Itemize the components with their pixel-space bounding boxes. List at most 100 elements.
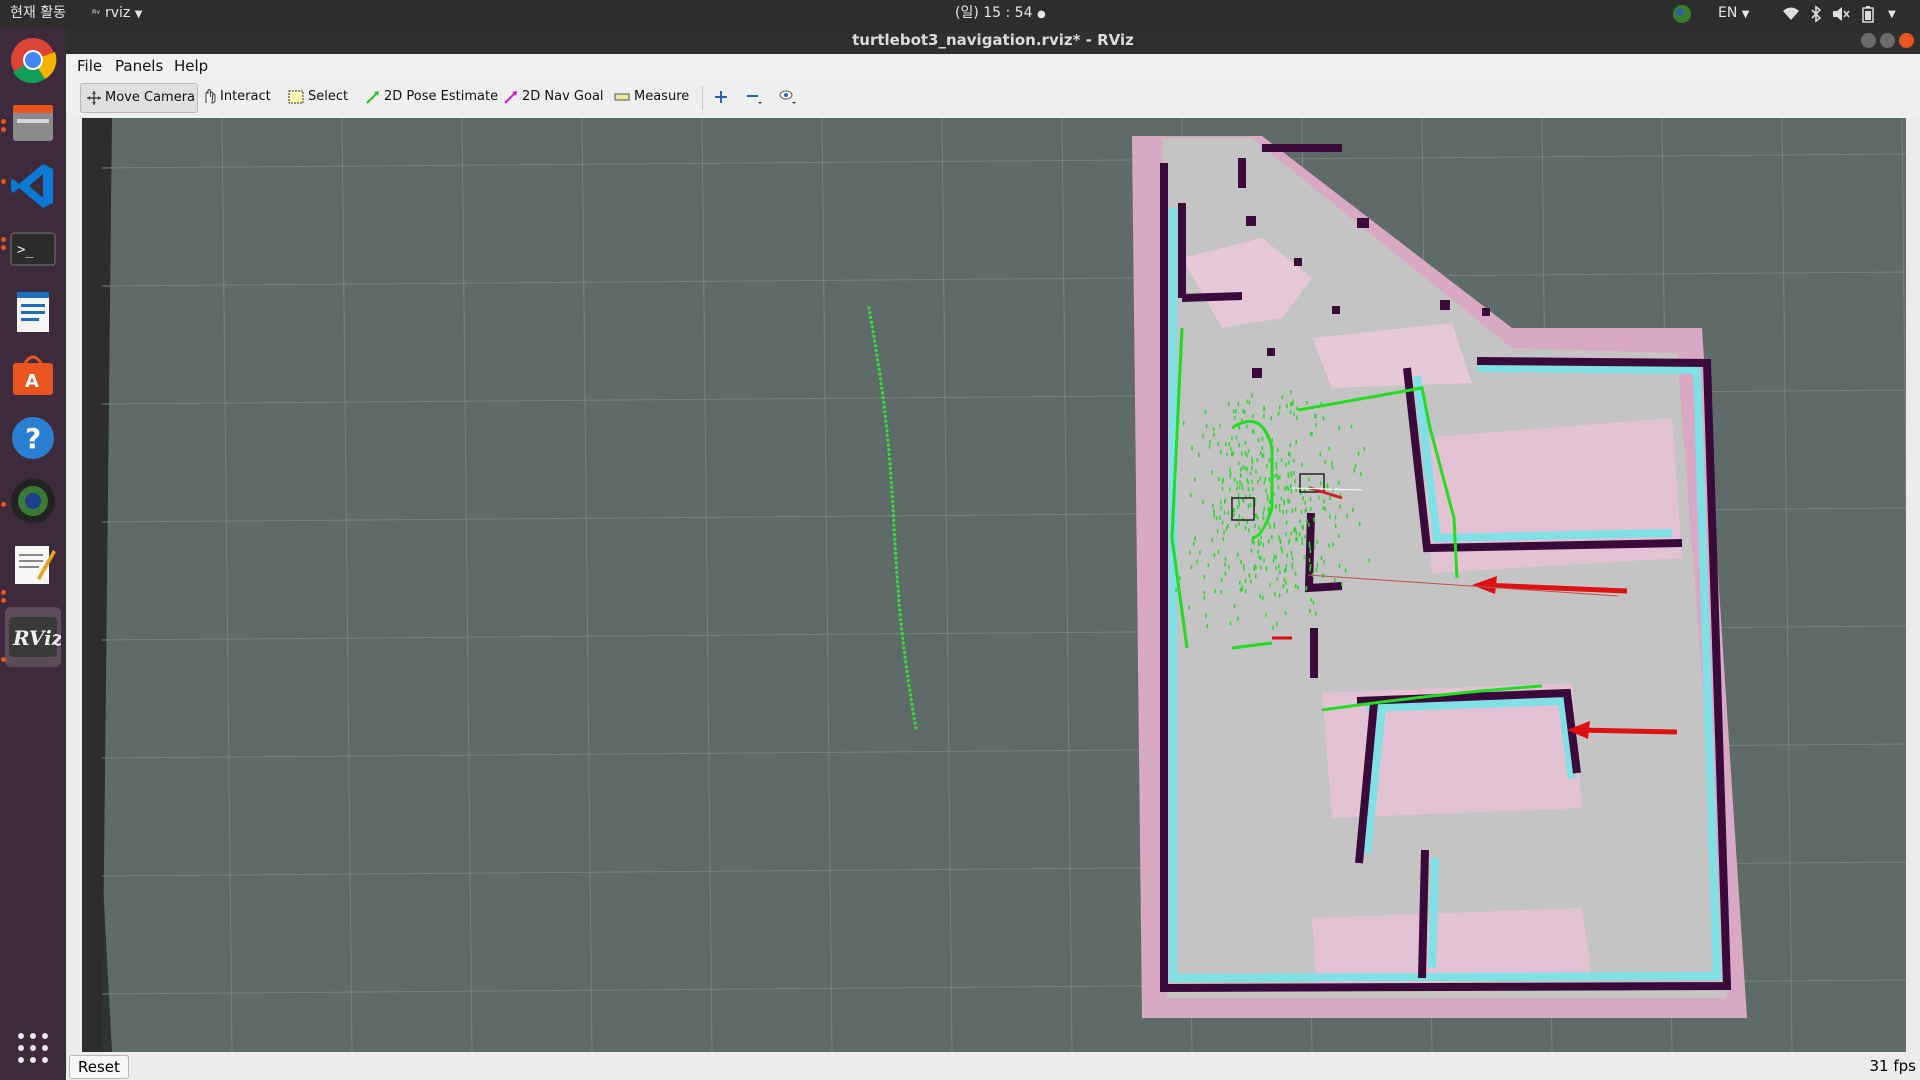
nav-goal-button[interactable]: 2D Nav Goal — [504, 83, 604, 111]
running-indicator — [1, 590, 6, 595]
reset-button[interactable]: Reset — [69, 1055, 129, 1079]
particle — [1275, 465, 1278, 470]
particle — [1220, 500, 1222, 505]
particle — [1309, 497, 1312, 502]
particle — [1273, 554, 1276, 559]
view-options-button[interactable] — [778, 83, 802, 111]
select-button[interactable]: Select — [288, 83, 348, 111]
top-panel: 현재 활동 ᴿᵛ rviz ▼ (일) 15 : 54 ● EN ▼ ▼ — [0, 0, 1920, 27]
move-camera-button[interactable]: Move Camera — [80, 83, 198, 113]
map-scene[interactable] — [82, 118, 1906, 1052]
particle — [1238, 442, 1240, 447]
particle — [1223, 530, 1225, 535]
particle — [1273, 558, 1275, 563]
particle — [1212, 427, 1215, 432]
rviz-launcher[interactable]: RViz — [5, 607, 64, 667]
activities-button[interactable]: 현재 활동 — [10, 0, 66, 27]
particle — [1360, 471, 1362, 476]
chrome-launcher[interactable] — [5, 32, 61, 88]
particle — [1224, 499, 1226, 504]
particle — [1263, 480, 1266, 485]
show-applications-button[interactable] — [5, 1024, 61, 1074]
scan-point — [891, 499, 895, 504]
scan-point — [888, 457, 892, 461]
help-launcher[interactable]: ? — [5, 410, 61, 466]
menu-file[interactable]: File — [77, 57, 102, 75]
particle — [1232, 451, 1234, 456]
scan-point — [892, 523, 896, 527]
battery-icon[interactable] — [1862, 0, 1874, 27]
particle — [1190, 493, 1192, 498]
render-viewport[interactable]: ▶ ◀ — [82, 118, 1906, 1052]
remove-tool-button[interactable] — [746, 83, 768, 111]
input-language-label: EN — [1718, 5, 1738, 21]
clock[interactable]: (일) 15 : 54 ● — [955, 0, 1046, 27]
scan-point — [907, 683, 911, 688]
scan-point — [878, 372, 882, 376]
particle — [1251, 456, 1253, 461]
particle — [1237, 552, 1239, 557]
scan-point — [886, 443, 890, 447]
particle — [1269, 525, 1271, 530]
volume-muted-icon[interactable] — [1832, 0, 1850, 27]
particle — [1194, 477, 1196, 482]
scan-point — [867, 306, 871, 310]
minimize-button[interactable] — [1861, 33, 1876, 48]
maximize-button[interactable] — [1880, 33, 1895, 48]
system-menu-button[interactable]: ▼ — [1888, 0, 1896, 27]
camera-launcher[interactable] — [5, 473, 61, 529]
writer-launcher[interactable] — [5, 284, 61, 340]
particle — [1240, 559, 1242, 564]
running-indicator — [1, 179, 6, 184]
input-language[interactable]: EN ▼ — [1718, 0, 1749, 27]
vscode-icon — [11, 164, 53, 208]
files-launcher[interactable] — [5, 95, 61, 151]
particle — [1282, 510, 1284, 514]
software-launcher[interactable]: A — [5, 347, 61, 403]
pose-estimate-button[interactable]: 2D Pose Estimate — [366, 83, 498, 111]
bluetooth-icon[interactable] — [1810, 0, 1822, 27]
scan-point — [890, 485, 894, 489]
menu-panels[interactable]: Panels — [115, 57, 163, 75]
hand-pointer-icon — [205, 89, 216, 104]
scan-point — [872, 334, 876, 338]
text-editor-launcher[interactable] — [5, 536, 61, 592]
particle — [1257, 550, 1259, 555]
particle — [1194, 536, 1196, 541]
particle — [1248, 573, 1251, 578]
particle — [1309, 567, 1311, 572]
particle — [1293, 412, 1295, 417]
interact-button[interactable]: Interact — [202, 83, 271, 111]
scan-point — [892, 532, 897, 537]
particle — [1338, 564, 1341, 569]
running-indicator — [1, 502, 6, 507]
measure-button[interactable]: Measure — [614, 83, 689, 111]
add-tool-button[interactable] — [714, 83, 734, 111]
scan-point — [869, 315, 873, 319]
particle — [1289, 410, 1292, 415]
particle — [1258, 555, 1260, 560]
particle — [1241, 451, 1243, 456]
particle — [1308, 541, 1311, 546]
scan-point — [910, 702, 914, 707]
color-globe-icon[interactable] — [1672, 0, 1692, 27]
particle — [1320, 556, 1323, 561]
vscode-launcher[interactable] — [5, 158, 61, 214]
particle — [1250, 579, 1252, 584]
particle — [1271, 438, 1273, 442]
particle — [1329, 496, 1331, 501]
particle — [1338, 426, 1340, 430]
app-menu[interactable]: ᴿᵛ rviz ▼ — [92, 0, 142, 27]
particle — [1328, 543, 1330, 548]
particle — [1232, 409, 1235, 414]
wifi-icon[interactable] — [1782, 0, 1800, 27]
menu-help[interactable]: Help — [174, 57, 208, 75]
particle — [1275, 462, 1278, 467]
particle — [1269, 583, 1271, 588]
terminal-launcher[interactable]: >_ — [5, 221, 61, 277]
close-button[interactable] — [1899, 33, 1914, 48]
particle — [1292, 399, 1294, 404]
particle — [1255, 469, 1257, 474]
scan-point — [870, 325, 874, 329]
window-titlebar[interactable]: turtlebot3_navigation.rviz* - RViz — [66, 27, 1920, 54]
